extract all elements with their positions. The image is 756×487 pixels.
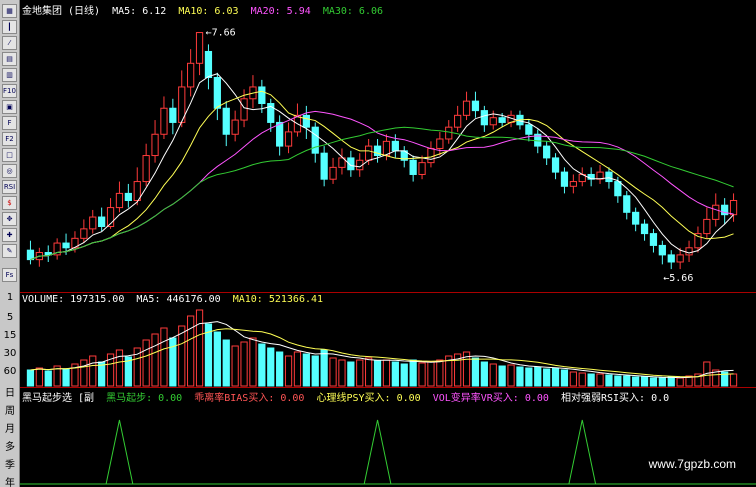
watermark: www.7gpzb.com (648, 457, 736, 471)
indicator-chart (20, 419, 756, 485)
signal-spike (105, 419, 134, 485)
stock-chart-window: ▦ ┃ ⁄ ▤ ▥ F10 ▣ F F2 □ ◎ RSI $ ✥ ✚ ✎ Fs … (0, 0, 756, 487)
signal-spike (363, 419, 392, 485)
signal-spike (568, 419, 597, 485)
